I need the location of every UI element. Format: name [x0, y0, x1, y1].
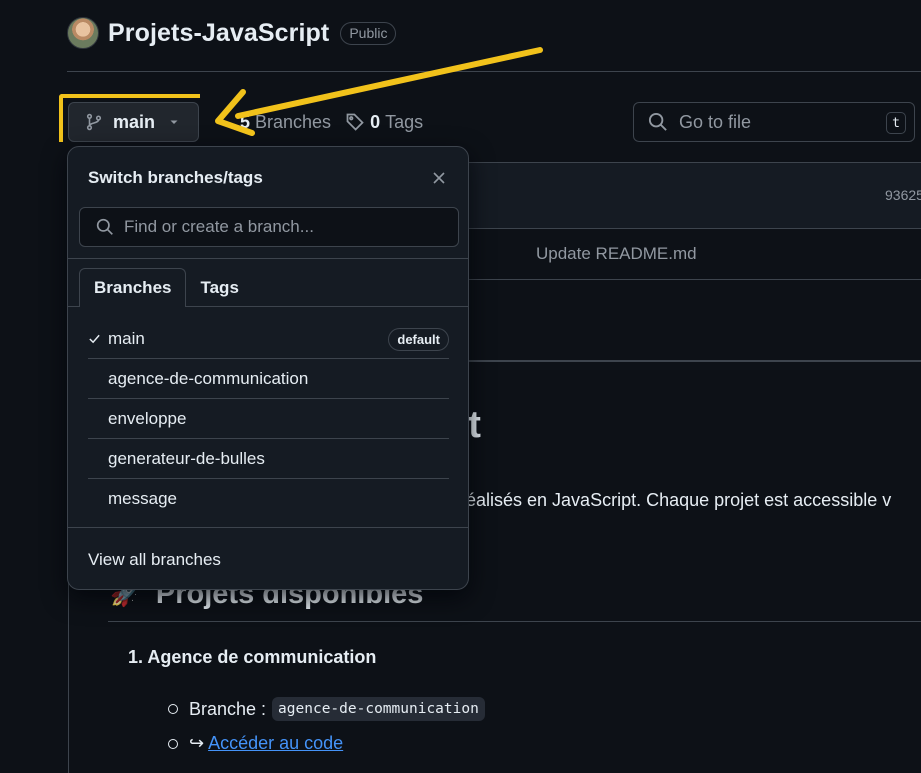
branch-list: main default agence-de-communication env…	[88, 319, 449, 519]
branches-count: 5	[240, 111, 251, 132]
search-icon	[648, 112, 667, 131]
branch-item-agence-de-communication[interactable]: agence-de-communication	[88, 359, 449, 399]
branch-name: agence-de-communication	[108, 368, 309, 388]
goto-file-placeholder: Go to file	[679, 111, 752, 132]
branches-label: Branches	[255, 111, 332, 132]
tags-count: 0	[370, 111, 381, 132]
goto-file-input[interactable]: Go to file t	[633, 102, 915, 142]
tags-label: Tags	[385, 111, 424, 132]
close-button[interactable]	[428, 167, 450, 189]
branches-link[interactable]: 5 Branches	[240, 112, 331, 133]
bullet-circle-icon	[168, 704, 178, 714]
branch-item-generateur-de-bulles[interactable]: generateur-de-bulles	[88, 439, 449, 479]
default-badge: default	[388, 328, 449, 351]
check-icon	[88, 332, 108, 345]
repo-counts: 5 Branches 0 Tags	[215, 110, 423, 134]
readme-paragraph: réalisés en JavaScript. Chaque projet es…	[460, 490, 892, 510]
dropdown-tabs: Branches Tags	[79, 268, 253, 307]
project-title: 1. Agence de communication	[128, 647, 377, 667]
annotation-bracket	[59, 94, 200, 142]
tags-link[interactable]: 0 Tags	[345, 112, 423, 133]
branch-name: enveloppe	[108, 408, 187, 428]
branch-item-enveloppe[interactable]: enveloppe	[88, 399, 449, 439]
branch-label: Branche :	[189, 698, 267, 719]
tag-icon	[346, 113, 364, 131]
repo-name[interactable]: Projets-JavaScript	[108, 19, 329, 48]
bullet-circle-icon	[168, 738, 178, 749]
owner-avatar[interactable]	[67, 17, 99, 49]
branch-name: generateur-de-bulles	[108, 448, 265, 468]
repo-header: Projets-JavaScript Public	[67, 14, 397, 52]
return-arrow-icon: ↪	[189, 733, 205, 753]
branch-dropdown: Switch branches/tags Find or create a br…	[67, 146, 469, 590]
shortcut-key: t	[886, 112, 906, 134]
tab-branches[interactable]: Branches	[79, 268, 187, 307]
view-all-branches-link[interactable]: View all branches	[88, 550, 221, 570]
branch-item-main[interactable]: main default	[88, 319, 449, 359]
commit-message[interactable]: Update README.md	[536, 244, 697, 264]
branch-code: agence-de-communication	[272, 697, 485, 721]
close-icon	[433, 172, 445, 184]
branch-search-placeholder: Find or create a branch...	[124, 217, 314, 236]
list-item: ↪ Accéder au code	[168, 733, 343, 754]
search-icon	[96, 218, 113, 235]
tab-tags[interactable]: Tags	[186, 268, 252, 307]
branch-name: message	[108, 489, 177, 508]
header-divider	[67, 71, 921, 72]
commit-hash[interactable]: 93625	[885, 187, 921, 203]
branch-item-message[interactable]: message	[88, 479, 449, 519]
section-divider	[108, 621, 921, 622]
dropdown-divider	[68, 258, 468, 259]
dropdown-title: Switch branches/tags	[88, 168, 263, 187]
dropdown-footer-divider	[68, 527, 468, 528]
list-item: Branche : agence-de-communication	[168, 697, 485, 721]
branch-search-input[interactable]: Find or create a branch...	[79, 207, 459, 247]
branch-name: main	[108, 328, 145, 348]
code-link[interactable]: Accéder au code	[208, 733, 343, 754]
visibility-badge: Public	[340, 21, 397, 45]
